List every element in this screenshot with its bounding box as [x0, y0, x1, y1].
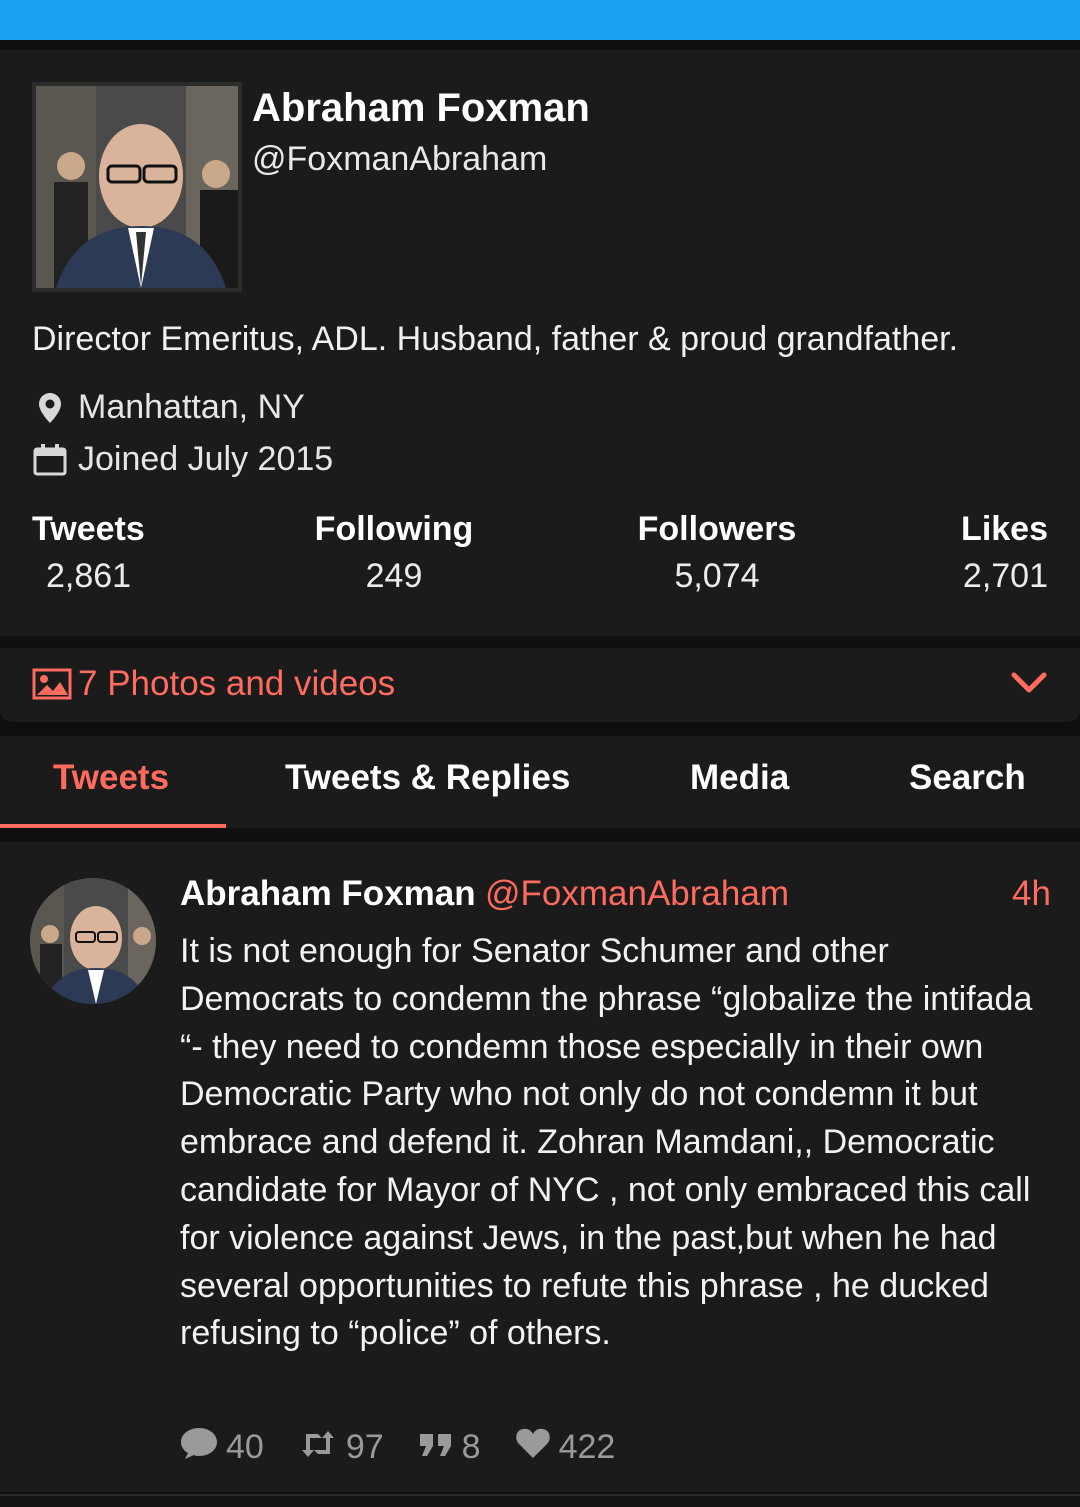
profile-card: Abraham Foxman @FoxmanAbraham Director E…	[0, 50, 1080, 636]
reply-button[interactable]: 40	[180, 1426, 264, 1469]
stat-likes[interactable]: Likes 2,701	[940, 510, 1048, 596]
active-tab-indicator	[0, 824, 226, 828]
location-pin-icon	[32, 390, 68, 426]
profile-tabs: Tweets Tweets & Replies Media Search	[0, 736, 1080, 828]
tweet-timestamp[interactable]: 4h	[1012, 874, 1051, 914]
tab-media[interactable]: Media	[690, 758, 789, 798]
location-row: Manhattan, NY	[32, 388, 305, 427]
profile-username: @FoxmanAbraham	[252, 140, 548, 178]
next-item-divider	[0, 1494, 1080, 1507]
stat-value: 2,701	[962, 557, 1048, 595]
stat-label: Likes	[961, 510, 1048, 548]
stat-value: 5,074	[674, 557, 760, 595]
image-icon	[32, 668, 72, 705]
stat-value: 249	[365, 557, 423, 595]
profile-fullname: Abraham Foxman	[252, 86, 590, 130]
retweet-count: 97	[345, 1428, 384, 1466]
joined-text: Joined July 2015	[78, 440, 334, 478]
like-button[interactable]: 422	[515, 1427, 616, 1468]
retweet-button[interactable]: 97	[298, 1428, 384, 1467]
profile-bio: Director Emeritus, ADL. Husband, father …	[32, 320, 959, 358]
quote-button[interactable]: 8	[418, 1428, 481, 1467]
stat-label: Followers	[637, 510, 797, 548]
calendar-icon	[32, 442, 68, 478]
quote-icon	[418, 1428, 462, 1467]
joined-row: Joined July 2015	[32, 440, 333, 479]
tweet-avatar[interactable]	[30, 878, 156, 1004]
tab-tweets-replies[interactable]: Tweets & Replies	[285, 758, 570, 798]
quote-count: 8	[461, 1428, 481, 1466]
stat-label: Following	[314, 510, 474, 548]
heart-icon	[515, 1427, 559, 1468]
tab-search[interactable]: Search	[909, 758, 1026, 798]
stat-label: Tweets	[32, 510, 145, 548]
stat-followers[interactable]: Followers 5,074	[636, 510, 798, 596]
tweet-actions: 40 97 8 422	[180, 1426, 649, 1469]
like-count: 422	[558, 1428, 616, 1466]
tweet-author-handle[interactable]: @FoxmanAbraham	[485, 874, 789, 914]
tweet-item[interactable]: Abraham Foxman @FoxmanAbraham 4h It is n…	[0, 842, 1080, 1492]
stat-value: 2,861	[46, 557, 132, 595]
reply-count: 40	[226, 1428, 264, 1466]
chevron-down-icon[interactable]	[1010, 670, 1048, 701]
profile-avatar[interactable]	[32, 82, 242, 292]
stat-tweets[interactable]: Tweets 2,861	[32, 510, 145, 596]
tweet-text: It is not enough for Senator Schumer and…	[180, 932, 1033, 1353]
stat-following[interactable]: Following 249	[314, 510, 474, 596]
location-text: Manhattan, NY	[78, 388, 305, 426]
photos-label: 7 Photos and videos	[78, 664, 396, 703]
tweet-author-name[interactable]: Abraham Foxman	[180, 874, 476, 914]
top-status-bar	[0, 0, 1080, 40]
retweet-icon	[298, 1428, 346, 1467]
photos-and-videos-bar[interactable]: 7 Photos and videos	[0, 648, 1080, 722]
tab-tweets[interactable]: Tweets	[53, 758, 169, 798]
reply-icon	[180, 1426, 226, 1469]
